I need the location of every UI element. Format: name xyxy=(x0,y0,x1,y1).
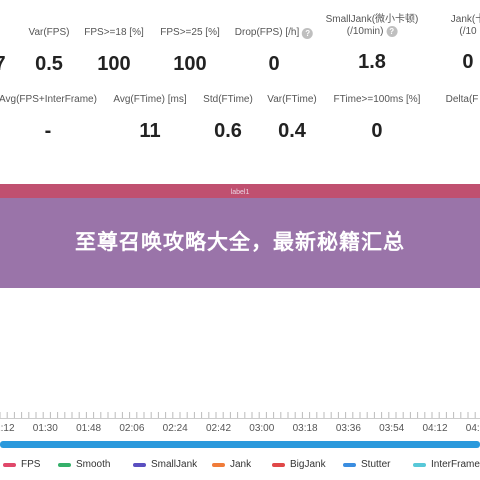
stat-fps-18: FPS>=18 [%] 100 xyxy=(84,27,143,76)
legend-swatch xyxy=(58,462,71,467)
legend-label: InterFrame xyxy=(431,459,480,470)
stat-avg-ftime: Avg(FTime) [ms] 11 xyxy=(113,94,186,143)
stat-value: 11 xyxy=(139,120,161,142)
series-label: label1 xyxy=(230,189,250,196)
stat-value: 100 xyxy=(97,53,131,75)
banner-title: 至尊召唤攻略大全，最新秘籍汇总 xyxy=(75,231,405,254)
x-tick-label: 02:06 xyxy=(119,423,145,434)
legend-label: Jank xyxy=(230,459,252,470)
stat-ftime-100: FTime>=100ms [%] 0 xyxy=(334,94,421,143)
legend-label: Smooth xyxy=(76,459,111,470)
stat-small-jank: SmallJank(微小卡顿) (/10min) ? 1.8 xyxy=(326,14,419,74)
legend-label: Stutter xyxy=(361,459,391,470)
stat-label: Std(FTime) xyxy=(203,94,253,105)
stat-label: FTime>=100ms [%] xyxy=(333,94,421,105)
time-range-scrollbar[interactable] xyxy=(0,441,480,448)
help-icon[interactable]: ? xyxy=(302,27,314,39)
x-tick-label: 04:30 xyxy=(465,423,480,434)
x-tick-label: 03:54 xyxy=(379,423,405,434)
x-tick-label: 01:12 xyxy=(0,423,15,434)
x-tick-label: 03:36 xyxy=(335,423,361,434)
stat-label-line1: SmallJank(微小卡顿) xyxy=(325,14,419,25)
stat-jank: Jank(卡 (/10 0 xyxy=(451,14,480,74)
stat-var-fps: Var(FPS) 0.5 xyxy=(29,27,70,76)
x-tick-label: 02:42 xyxy=(205,423,232,434)
stats-row-2: Avg(FPS+InterFrame) - Avg(FTime) [ms] 11… xyxy=(0,94,480,174)
stat-var-ftime: Var(FTime) 0.4 xyxy=(267,94,316,143)
legend-swatch xyxy=(133,462,146,467)
x-tick-label: 01:30 xyxy=(32,423,58,434)
article-banner: 至尊召唤攻略大全，最新秘籍汇总 xyxy=(0,198,480,288)
stat-label: Var(FTime) xyxy=(267,94,317,105)
legend-label: FPS xyxy=(21,459,41,470)
legend-item[interactable]: Jank xyxy=(212,459,251,470)
legend-swatch xyxy=(3,462,16,467)
stat-value: 0.4 xyxy=(278,120,306,142)
help-icon[interactable]: ? xyxy=(386,26,398,37)
stat-value: - xyxy=(44,120,52,142)
stat-label-line2: (/10 xyxy=(459,26,477,37)
legend-swatch xyxy=(272,462,285,467)
legend-item[interactable]: FPS xyxy=(3,459,40,470)
legend-item[interactable]: Stutter xyxy=(343,459,390,470)
legend-swatch xyxy=(343,462,356,467)
legend-label: BigJank xyxy=(290,459,326,470)
stat-delta-ftime: Delta(F xyxy=(446,94,479,120)
x-tick-label: 01:48 xyxy=(76,423,102,434)
stat-fps-25: FPS>=25 [%] 100 xyxy=(160,27,219,76)
stat-value: 100 xyxy=(173,53,207,75)
stat-label: Delta(F xyxy=(445,94,479,105)
chart-legend: FPS Smooth SmallJank Jank BigJank Stutter Inte… xyxy=(0,459,480,475)
stat-drop-fps: Drop(FPS) [/h] ? 0 xyxy=(234,27,314,76)
x-axis-minor-ticks xyxy=(0,412,476,418)
stat-value: 1.8 xyxy=(358,51,386,73)
stat-label: Drop(FPS) [/h] xyxy=(234,27,300,38)
legend-item[interactable]: SmallJank xyxy=(133,459,197,470)
x-tick-label: 04:12 xyxy=(422,423,448,434)
stat-label: FPS>=18 [%] xyxy=(84,27,144,38)
stat-value: 0 xyxy=(462,51,474,73)
stat-label-line2: (/10min) xyxy=(346,26,384,37)
stat-label: Avg(FTime) [ms] xyxy=(113,94,187,105)
legend-item[interactable]: BigJank xyxy=(272,459,326,470)
stat-fps-avg: 7 xyxy=(0,27,6,76)
stat-std-ftime: Std(FTime) 0.6 xyxy=(203,94,253,143)
x-axis-line xyxy=(0,418,480,419)
stat-avg-fps-interframe: Avg(FPS+InterFrame) - xyxy=(0,94,97,143)
stat-value: 0 xyxy=(268,53,280,75)
stat-value: 0 xyxy=(371,120,383,142)
legend-item[interactable]: Smooth xyxy=(58,459,110,470)
x-tick-label: 02:24 xyxy=(162,423,188,434)
legend-label: SmallJank xyxy=(151,459,198,470)
stat-label: Var(FPS) xyxy=(28,27,70,38)
stat-label: Avg(FPS+InterFrame) xyxy=(0,94,97,105)
legend-swatch xyxy=(413,462,426,467)
legend-swatch xyxy=(212,462,225,467)
stat-value: 7 xyxy=(0,53,6,76)
stat-value: 0.5 xyxy=(35,53,63,75)
x-tick-label: 03:18 xyxy=(292,423,318,434)
stat-value: 0.6 xyxy=(214,120,242,142)
x-axis-tick-labels: 01:12 01:30 01:48 02:06 02:24 02:42 03:00 03:18… xyxy=(0,423,480,437)
stat-label: FPS>=25 [%] xyxy=(160,27,220,38)
legend-item[interactable]: InterFrame xyxy=(413,459,480,470)
x-tick-label: 03:00 xyxy=(249,423,275,434)
stat-label-line1: Jank(卡 xyxy=(450,14,480,25)
